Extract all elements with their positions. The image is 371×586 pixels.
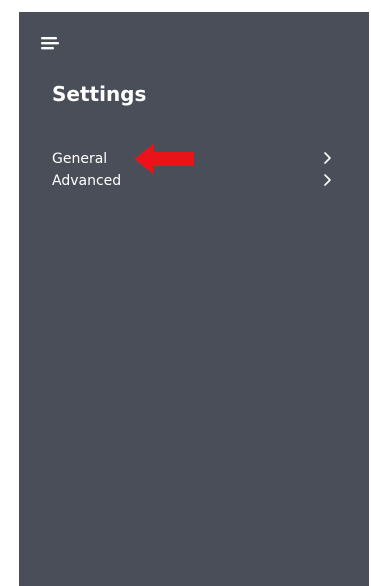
left-arrow-icon	[133, 140, 195, 178]
chevron-right-icon	[323, 151, 333, 165]
hamburger-icon[interactable]	[41, 35, 59, 51]
settings-panel: Settings General Advanced	[19, 12, 369, 586]
menu-item-label: General	[52, 151, 108, 167]
page-title: Settings	[52, 82, 147, 106]
menu-item-label: Advanced	[52, 173, 122, 189]
chevron-right-icon	[323, 173, 333, 187]
